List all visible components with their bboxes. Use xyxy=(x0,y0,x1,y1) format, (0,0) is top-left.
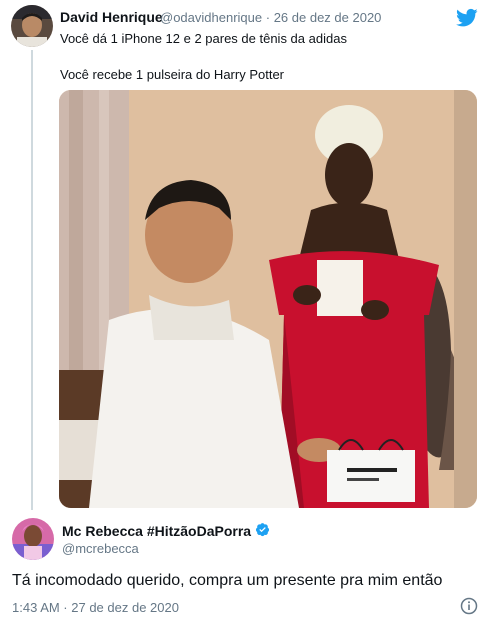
info-icon[interactable] xyxy=(460,597,478,615)
verified-badge-icon xyxy=(255,522,270,540)
reply-timestamp[interactable]: 1:43 AM · 27 de dez de 2020 xyxy=(12,600,179,615)
avatar-mc-rebecca[interactable] xyxy=(12,518,54,560)
reply-author[interactable]: Mc Rebecca #HitzãoDaPorra xyxy=(62,522,270,540)
quoted-author-meta: @odavidhenrique · 26 de dez de 2020 xyxy=(160,10,381,25)
quoted-author-name[interactable]: David Henrique xyxy=(60,9,163,25)
quoted-author-handle[interactable]: @odavidhenrique xyxy=(160,10,262,25)
quoted-tweet-text-line1: Você dá 1 iPhone 12 e 2 pares de tênis d… xyxy=(60,31,347,46)
quoted-tweet-text-line2: Você recebe 1 pulseira do Harry Potter xyxy=(60,67,285,82)
meta-separator: · xyxy=(265,10,271,25)
twitter-bird-icon[interactable] xyxy=(456,8,478,28)
reply-author-handle[interactable]: @mcrebecca xyxy=(62,541,139,556)
reply-tweet-text: Tá incomodado querido, compra um present… xyxy=(12,572,443,589)
reply-author-name[interactable]: Mc Rebecca #HitzãoDaPorra xyxy=(62,523,251,539)
tweet-photo[interactable] xyxy=(59,90,477,508)
avatar-david-henrique[interactable] xyxy=(11,5,53,47)
quoted-tweet-date[interactable]: 26 de dez de 2020 xyxy=(274,10,382,25)
thread-connector-line xyxy=(31,50,33,510)
